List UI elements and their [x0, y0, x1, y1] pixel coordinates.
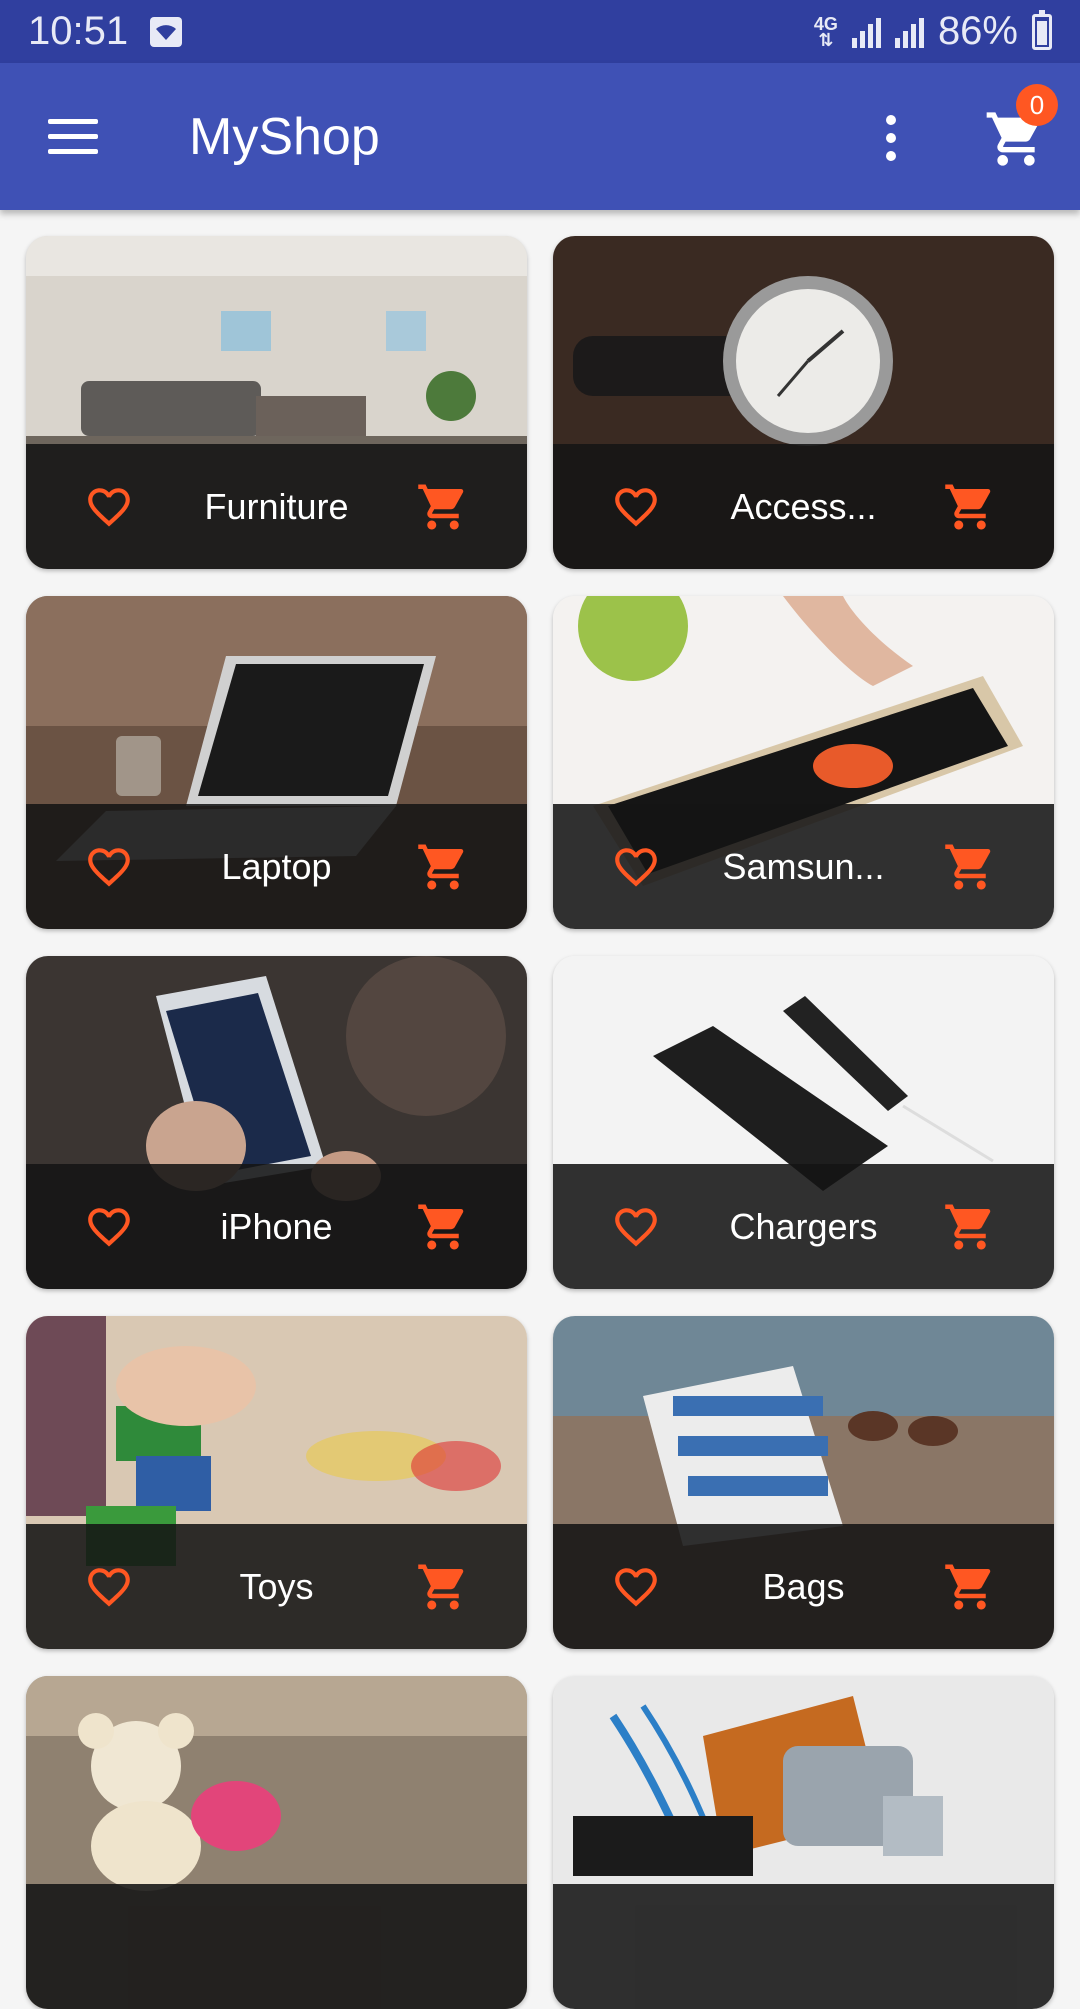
category-label: Toys	[239, 1565, 314, 1607]
favorite-heart-icon[interactable]	[82, 1562, 136, 1612]
more-options-icon[interactable]	[884, 115, 898, 161]
add-to-cart-icon[interactable]	[942, 480, 998, 534]
card-footer: iPhone	[26, 1164, 527, 1289]
signal-icon-2	[894, 16, 924, 48]
wifi-icon	[150, 16, 183, 47]
card-footer: Toys	[26, 1524, 527, 1649]
category-label: Access...	[730, 485, 877, 527]
status-bar: 10:51 4G ⇅ 86%	[0, 0, 1080, 63]
favorite-heart-icon[interactable]	[609, 482, 663, 532]
cart-count-badge: 0	[1016, 84, 1058, 126]
category-card-bags[interactable]: Bags	[553, 1316, 1054, 1649]
battery-icon	[1032, 9, 1052, 50]
category-card-iphone[interactable]: iPhone	[26, 956, 527, 1289]
card-footer: Furniture	[26, 444, 527, 569]
battery-percent: 86%	[937, 9, 1018, 53]
add-to-cart-icon[interactable]	[415, 480, 471, 534]
favorite-heart-icon[interactable]	[82, 842, 136, 892]
add-to-cart-icon[interactable]	[942, 840, 998, 894]
network-4g-icon: 4G ⇅	[813, 13, 838, 50]
favorite-heart-icon[interactable]	[82, 1202, 136, 1252]
favorite-heart-icon[interactable]	[609, 1562, 663, 1612]
add-to-cart-icon[interactable]	[415, 1200, 471, 1254]
card-footer	[26, 1884, 527, 2009]
card-footer: Chargers	[553, 1164, 1054, 1289]
add-to-cart-icon[interactable]	[415, 840, 471, 894]
hamburger-menu-icon[interactable]	[48, 119, 98, 155]
category-card-samsung[interactable]: Samsun...	[553, 596, 1054, 929]
app-title: MyShop	[189, 108, 380, 166]
category-card-furniture[interactable]: Furniture	[26, 236, 527, 569]
status-time: 10:51	[28, 9, 129, 53]
category-label: iPhone	[220, 1205, 333, 1247]
card-footer: Laptop	[26, 804, 527, 929]
signal-icon	[851, 16, 881, 48]
category-label: Bags	[762, 1565, 845, 1607]
category-card-chargers[interactable]: Chargers	[553, 956, 1054, 1289]
card-footer: Samsun...	[553, 804, 1054, 929]
add-to-cart-icon[interactable]	[942, 1560, 998, 1614]
card-footer: Bags	[553, 1524, 1054, 1649]
category-card-teddy[interactable]	[26, 1676, 527, 2009]
category-card-accessories[interactable]: Access...	[553, 236, 1054, 569]
category-label: Furniture	[204, 485, 349, 527]
card-footer	[553, 1884, 1054, 2009]
add-to-cart-icon[interactable]	[415, 1560, 471, 1614]
card-footer: Access...	[553, 444, 1054, 569]
app-bar: MyShop 0	[0, 63, 1080, 210]
category-label: Chargers	[729, 1205, 878, 1247]
category-label: Laptop	[221, 845, 332, 887]
category-card-toys[interactable]: Toys	[26, 1316, 527, 1649]
category-card-laptop[interactable]: Laptop	[26, 596, 527, 929]
favorite-heart-icon[interactable]	[82, 482, 136, 532]
category-card-robotics[interactable]	[553, 1676, 1054, 2009]
add-to-cart-icon[interactable]	[942, 1200, 998, 1254]
category-label: Samsun...	[722, 845, 885, 887]
favorite-heart-icon[interactable]	[609, 1202, 663, 1252]
favorite-heart-icon[interactable]	[609, 842, 663, 892]
